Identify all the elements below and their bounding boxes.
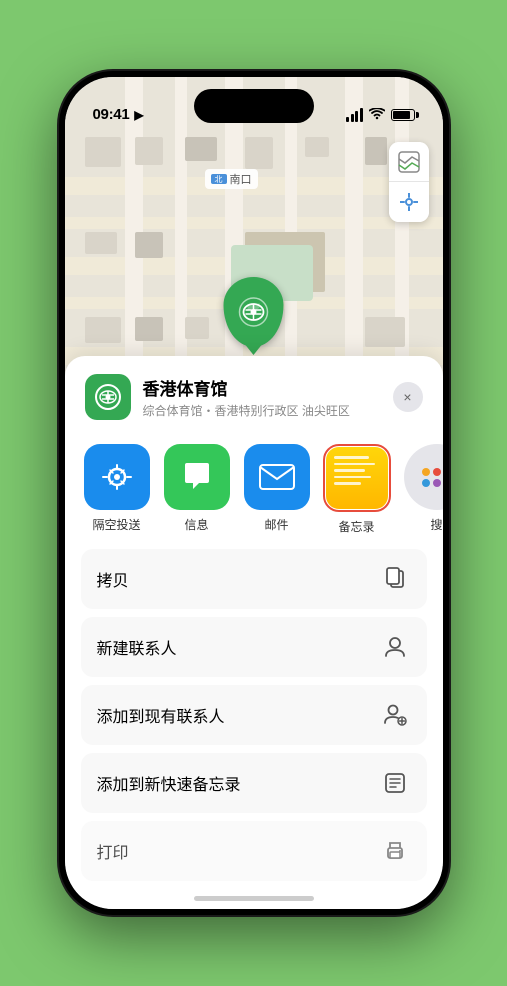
wifi-icon <box>369 107 385 123</box>
close-button[interactable]: × <box>393 382 423 412</box>
more-label: 搜 <box>430 516 442 533</box>
signal-bar-1 <box>346 117 349 122</box>
location-button[interactable] <box>389 182 429 222</box>
map-label-dot: 北 <box>211 174 227 184</box>
signal-bar-3 <box>355 111 358 122</box>
action-add-existing-label: 添加到现有联系人 <box>97 703 225 727</box>
action-print-label: 打印 <box>97 839 129 863</box>
action-copy-label: 拷贝 <box>97 567 129 591</box>
airdrop-icon <box>84 444 150 510</box>
mail-label: 邮件 <box>264 516 288 533</box>
marker-pin <box>223 277 283 347</box>
venue-info: 香港体育馆 综合体育馆・香港特别行政区 油尖旺区 <box>143 375 393 419</box>
action-new-contact-label: 新建联系人 <box>97 635 177 659</box>
venue-header: 香港体育馆 综合体育馆・香港特别行政区 油尖旺区 × <box>65 356 443 434</box>
venue-subtitle: 综合体育馆・香港特别行政区 油尖旺区 <box>143 402 393 419</box>
location-icon: ▶ <box>134 108 143 122</box>
action-add-existing[interactable]: 添加到现有联系人 <box>81 685 427 745</box>
action-new-contact[interactable]: 新建联系人 <box>81 617 427 677</box>
action-quick-note-label: 添加到新快速备忘录 <box>97 771 241 795</box>
print-icon <box>379 835 411 867</box>
copy-icon <box>379 563 411 595</box>
share-apps-row: 隔空投送 信息 <box>65 434 443 549</box>
share-app-messages[interactable]: 信息 <box>161 444 233 535</box>
action-print[interactable]: 打印 <box>81 821 427 881</box>
notes-highlight <box>323 444 391 512</box>
share-app-more[interactable]: 搜 <box>401 444 443 535</box>
person-icon <box>379 631 411 663</box>
notes-icon <box>326 447 388 509</box>
share-app-mail[interactable]: 邮件 <box>241 444 313 535</box>
home-indicator <box>194 896 314 901</box>
mail-icon <box>244 444 310 510</box>
messages-label: 信息 <box>184 516 208 533</box>
airdrop-label: 隔空投送 <box>92 516 140 533</box>
share-app-notes[interactable]: 备忘录 <box>321 444 393 535</box>
more-icon <box>404 444 443 510</box>
map-controls <box>389 142 429 222</box>
quick-note-icon <box>379 767 411 799</box>
map-label: 北 南口 <box>205 169 258 189</box>
action-copy[interactable]: 拷贝 <box>81 549 427 609</box>
status-time: 09:41 <box>93 106 130 123</box>
status-icons <box>346 107 415 123</box>
dynamic-island <box>194 89 314 123</box>
signal-bars <box>346 108 363 122</box>
action-list: 拷贝 新建联系人 <box>65 549 443 881</box>
action-quick-note[interactable]: 添加到新快速备忘录 <box>81 753 427 813</box>
messages-icon <box>164 444 230 510</box>
venue-name: 香港体育馆 <box>143 375 393 400</box>
battery-icon <box>391 109 415 121</box>
venue-icon <box>85 374 131 420</box>
person-add-icon <box>379 699 411 731</box>
map-type-button[interactable] <box>389 142 429 182</box>
notes-label: 备忘录 <box>338 518 374 535</box>
signal-bar-2 <box>351 114 354 122</box>
bottom-sheet: 香港体育馆 综合体育馆・香港特别行政区 油尖旺区 × <box>65 356 443 909</box>
signal-bar-4 <box>360 108 363 122</box>
share-app-airdrop[interactable]: 隔空投送 <box>81 444 153 535</box>
